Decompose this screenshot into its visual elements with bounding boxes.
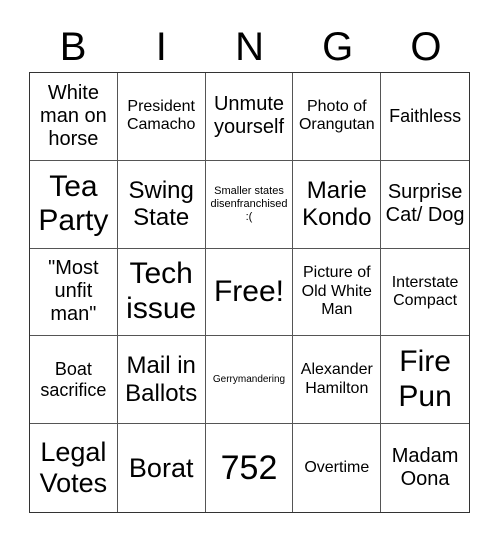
bingo-cell[interactable]: Faithless — [381, 73, 469, 161]
bingo-cell[interactable]: "Most unfit man" — [30, 248, 118, 337]
bingo-cell[interactable]: Gerrymandering — [205, 336, 294, 425]
bingo-cell[interactable]: Madam Oona — [381, 424, 469, 512]
bingo-cell[interactable]: Interstate Compact — [381, 249, 469, 337]
bingo-cell[interactable]: Smaller states disenfranchised :( — [205, 160, 294, 249]
header-letter-i: I — [155, 25, 167, 69]
bingo-cell[interactable]: Swing State — [117, 160, 206, 249]
bingo-cell[interactable]: Picture of Old White Man — [293, 248, 382, 337]
bingo-cell[interactable]: Photo of Orangutan — [293, 73, 382, 161]
bingo-cell[interactable]: Borat — [118, 424, 206, 512]
bingo-cell[interactable]: Overtime — [293, 424, 382, 512]
bingo-cell[interactable]: White man on horse — [30, 73, 118, 161]
header-letter-g: G — [322, 25, 354, 69]
header-letter-n: N — [235, 25, 264, 69]
bingo-cell[interactable]: Tech issue — [117, 248, 206, 337]
header-letter-o: O — [410, 25, 442, 69]
bingo-cell[interactable]: Tea Party — [30, 160, 118, 249]
bingo-cell[interactable]: 752 — [206, 424, 294, 512]
bingo-cell[interactable]: President Camacho — [117, 73, 206, 161]
bingo-cell[interactable]: Mail in Ballots — [117, 336, 206, 425]
bingo-header: B I N G O — [29, 22, 470, 72]
bingo-cell[interactable]: Boat sacrifice — [30, 336, 118, 425]
bingo-cell[interactable]: Fire Pun — [381, 336, 469, 425]
bingo-cell free-space[interactable]: Free! — [205, 248, 294, 337]
header-letter-b: B — [59, 25, 87, 69]
bingo-cell[interactable]: Surprise Cat/ Dog — [381, 161, 469, 249]
bingo-cell[interactable]: Unmute yourself — [205, 73, 294, 161]
bingo-grid: White man on horse President Camacho Unm… — [29, 72, 470, 513]
bingo-cell[interactable]: Marie Kondo — [293, 160, 382, 249]
bingo-cell[interactable]: Legal Votes — [30, 424, 118, 512]
bingo-cell[interactable]: Alexander Hamilton — [293, 336, 382, 425]
